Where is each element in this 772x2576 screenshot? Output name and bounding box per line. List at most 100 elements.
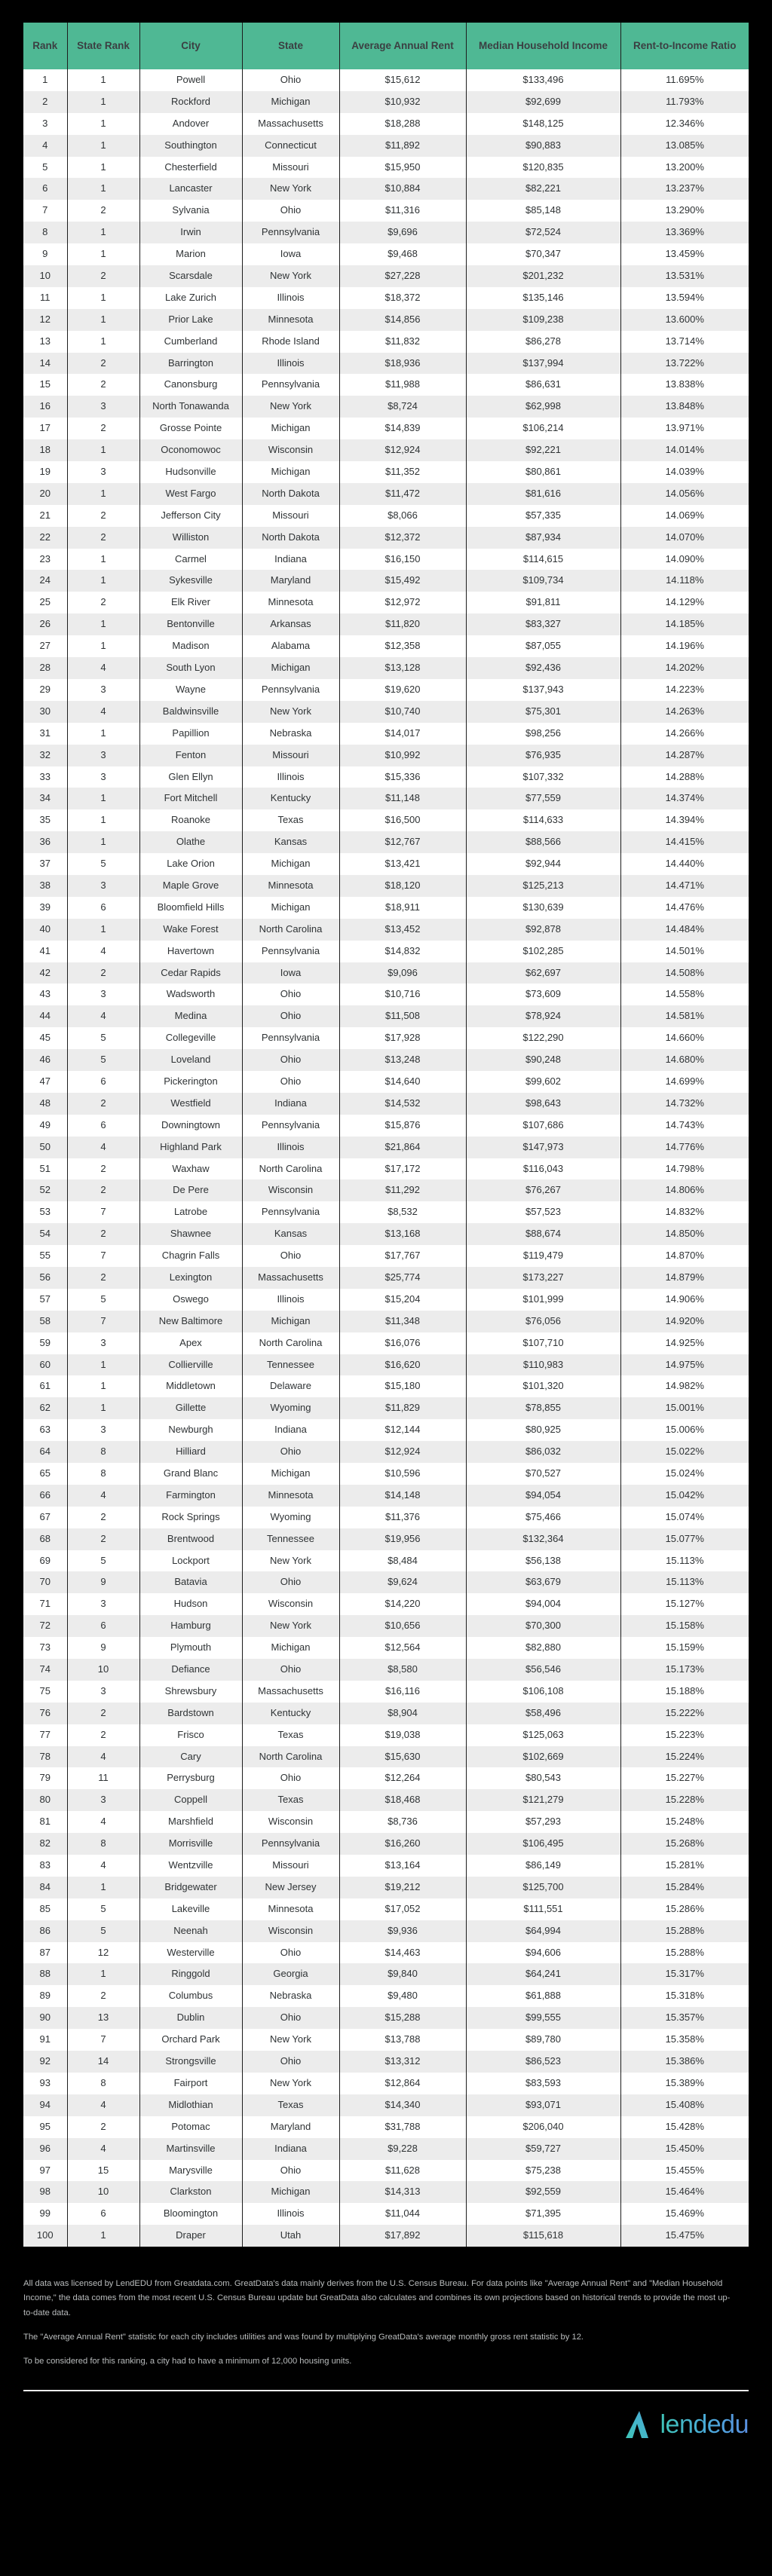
cell-median-household-income: $94,606	[466, 1941, 621, 1964]
cell-state-rank: 1	[67, 570, 140, 592]
cell-rank: 29	[23, 678, 68, 701]
cell-state: Utah	[242, 2225, 340, 2247]
cell-state: Pennsylvania	[242, 374, 340, 396]
cell-rent-to-income-ratio: 14.743%	[620, 1114, 749, 1137]
cell-state-rank: 6	[67, 896, 140, 919]
cell-median-household-income: $75,238	[466, 2159, 621, 2182]
cell-rent-to-income-ratio: 15.450%	[620, 2137, 749, 2160]
cell-average-annual-rent: $11,820	[339, 613, 467, 636]
cell-rank: 55	[23, 1245, 68, 1267]
table-row: 28 4 South Lyon Michigan $13,128 $92,436 14.20…	[23, 657, 749, 679]
cell-rank: 18	[23, 439, 68, 462]
cell-rank: 98	[23, 2181, 68, 2204]
cell-city: Bloomington	[139, 2203, 243, 2226]
cell-median-household-income: $80,861	[466, 461, 621, 483]
cell-state-rank: 1	[67, 1375, 140, 1398]
cell-state-rank: 2	[67, 374, 140, 396]
cell-average-annual-rent: $18,120	[339, 874, 467, 897]
cell-rent-to-income-ratio: 13.971%	[620, 418, 749, 440]
cell-median-household-income: $106,108	[466, 1680, 621, 1703]
cell-state-rank: 1	[67, 156, 140, 179]
cell-rent-to-income-ratio: 13.838%	[620, 374, 749, 396]
cell-median-household-income: $83,593	[466, 2072, 621, 2094]
table-body: 1 1 Powell Ohio $15,612 $133,496 11.695% 2 1 Rock…	[23, 69, 749, 2247]
cell-city: Hudson	[139, 1593, 243, 1616]
cell-city: Hamburg	[139, 1615, 243, 1638]
cell-average-annual-rent: $11,376	[339, 1506, 467, 1528]
table-row: 94 4 Midlothian Texas $14,340 $93,071 15.408%	[23, 2094, 749, 2116]
table-row: 62 1 Gillette Wyoming $11,829 $78,855 15.001%	[23, 1397, 749, 1420]
cell-average-annual-rent: $13,128	[339, 657, 467, 679]
cell-city: Lakeville	[139, 1898, 243, 1920]
cell-average-annual-rent: $14,313	[339, 2181, 467, 2204]
cell-state: Arkansas	[242, 613, 340, 636]
cell-rent-to-income-ratio: 15.408%	[620, 2094, 749, 2116]
cell-state: Pennsylvania	[242, 1201, 340, 1224]
cell-rent-to-income-ratio: 14.982%	[620, 1375, 749, 1398]
cell-state-rank: 4	[67, 700, 140, 723]
cell-rent-to-income-ratio: 15.074%	[620, 1506, 749, 1528]
cell-rank: 16	[23, 396, 68, 418]
cell-average-annual-rent: $11,292	[339, 1179, 467, 1202]
cell-rank: 48	[23, 1092, 68, 1115]
cell-median-household-income: $135,146	[466, 286, 621, 309]
cell-rent-to-income-ratio: 14.680%	[620, 1049, 749, 1071]
cell-state-rank: 2	[67, 1985, 140, 2008]
cell-average-annual-rent: $10,596	[339, 1463, 467, 1485]
cell-state: Illinois	[242, 766, 340, 788]
cell-city: Wake Forest	[139, 918, 243, 941]
cell-average-annual-rent: $18,468	[339, 1789, 467, 1812]
cell-average-annual-rent: $13,164	[339, 1855, 467, 1877]
cell-rank: 24	[23, 570, 68, 592]
cell-average-annual-rent: $10,992	[339, 744, 467, 766]
cell-rent-to-income-ratio: 13.290%	[620, 200, 749, 222]
cell-state-rank: 13	[67, 2007, 140, 2030]
table-row: 24 1 Sykesville Maryland $15,492 $109,734 14.1…	[23, 570, 749, 592]
cell-state: Ohio	[242, 1070, 340, 1093]
cell-median-household-income: $92,944	[466, 853, 621, 875]
cell-city: Cedar Rapids	[139, 962, 243, 984]
cell-average-annual-rent: $9,936	[339, 1920, 467, 1942]
cell-median-household-income: $75,301	[466, 700, 621, 723]
cell-average-annual-rent: $19,212	[339, 1876, 467, 1898]
cell-rank: 49	[23, 1114, 68, 1137]
cell-state-rank: 1	[67, 330, 140, 353]
cell-average-annual-rent: $14,856	[339, 308, 467, 331]
cell-state: Connecticut	[242, 134, 340, 157]
cell-state: Wisconsin	[242, 1920, 340, 1942]
cell-average-annual-rent: $14,832	[339, 940, 467, 962]
cell-city: Martinsville	[139, 2137, 243, 2160]
cell-median-household-income: $111,551	[466, 1898, 621, 1920]
cell-rent-to-income-ratio: 15.024%	[620, 1463, 749, 1485]
cell-median-household-income: $92,436	[466, 657, 621, 679]
cell-rank: 63	[23, 1419, 68, 1442]
cell-state: Massachusetts	[242, 1680, 340, 1703]
table-row: 71 3 Hudson Wisconsin $14,220 $94,004 15.127%	[23, 1593, 749, 1616]
table-row: 11 1 Lake Zurich Illinois $18,372 $135,146 13.…	[23, 286, 749, 309]
cell-city: Strongsville	[139, 2051, 243, 2073]
cell-median-household-income: $125,700	[466, 1876, 621, 1898]
cell-city: Madison	[139, 635, 243, 658]
cell-city: Carmel	[139, 548, 243, 571]
cell-city: Defiance	[139, 1659, 243, 1681]
cell-city: Collierville	[139, 1354, 243, 1376]
cell-city: Hilliard	[139, 1441, 243, 1463]
cell-rank: 5	[23, 156, 68, 179]
cell-state: Kentucky	[242, 1702, 340, 1724]
cell-average-annual-rent: $19,038	[339, 1724, 467, 1746]
cell-average-annual-rent: $8,736	[339, 1811, 467, 1834]
cell-rank: 22	[23, 526, 68, 549]
cell-state-rank: 5	[67, 1027, 140, 1050]
cell-city: Oconomowoc	[139, 439, 243, 462]
cell-city: North Tonawanda	[139, 396, 243, 418]
cell-rent-to-income-ratio: 14.660%	[620, 1027, 749, 1050]
cell-state: Delaware	[242, 1375, 340, 1398]
cell-state: Minnesota	[242, 308, 340, 331]
cell-average-annual-rent: $12,264	[339, 1767, 467, 1790]
cell-rent-to-income-ratio: 15.158%	[620, 1615, 749, 1638]
cell-rent-to-income-ratio: 15.389%	[620, 2072, 749, 2094]
cell-state-rank: 2	[67, 1702, 140, 1724]
table-row: 53 7 Latrobe Pennsylvania $8,532 $57,523 14.83…	[23, 1201, 749, 1224]
cell-state: Minnesota	[242, 1484, 340, 1507]
cell-median-household-income: $137,994	[466, 352, 621, 375]
